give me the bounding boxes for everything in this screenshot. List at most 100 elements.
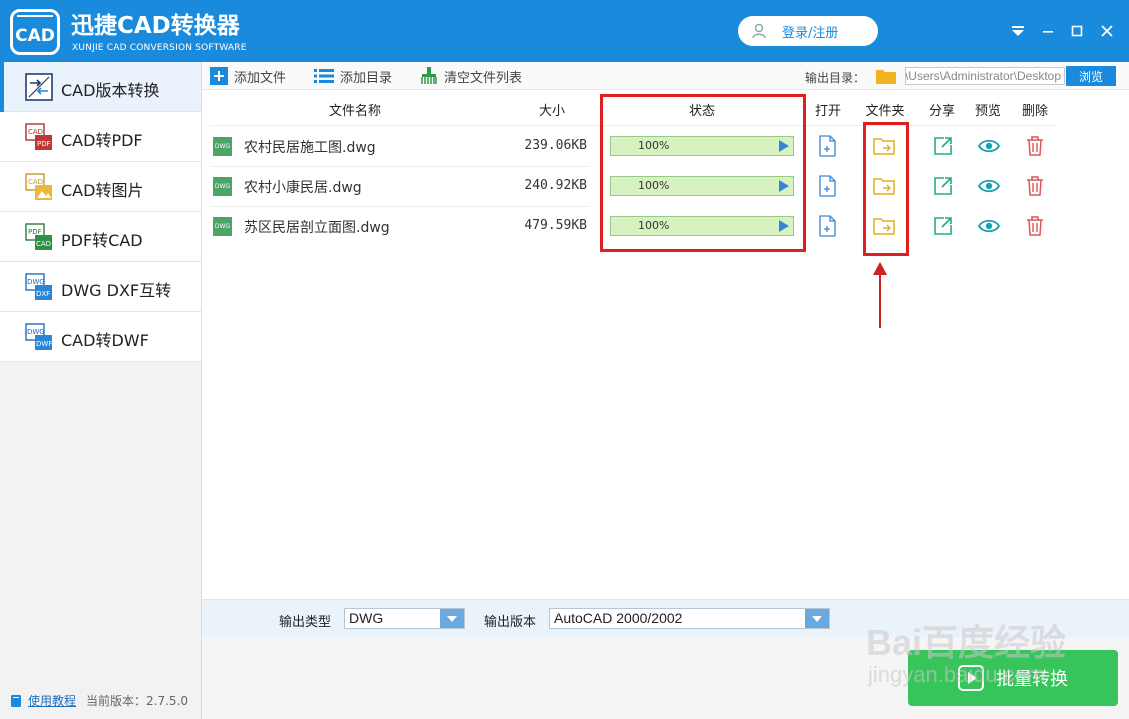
version-label: 当前版本： xyxy=(86,694,147,708)
svg-text:CAD: CAD xyxy=(36,240,51,248)
open-file-icon[interactable] xyxy=(816,215,838,237)
cad-version-icon xyxy=(25,73,53,101)
close-button[interactable] xyxy=(1096,20,1118,42)
status-highlight-box xyxy=(600,94,806,252)
toolbar: 添加文件 添加目录 清空文件列表 输出目录： C:\Users\Administ… xyxy=(202,62,1129,90)
cad-to-dwf-icon: DWG DWF xyxy=(25,323,52,350)
preview-eye-icon[interactable] xyxy=(978,215,1000,237)
dropdown-icon xyxy=(1012,26,1024,36)
app-logo: CAD xyxy=(10,9,60,55)
svg-text:PDF: PDF xyxy=(37,140,51,148)
output-path-text: C:\Users\Administrator\Desktop xyxy=(905,69,1061,83)
file-size: 239.06KB xyxy=(524,138,587,153)
batch-convert-button[interactable]: 批量转换 xyxy=(908,650,1118,706)
delete-trash-icon[interactable] xyxy=(1024,135,1046,157)
logo-text: CAD xyxy=(15,26,55,46)
add-file-label: 添加文件 xyxy=(234,70,287,86)
open-file-icon[interactable] xyxy=(816,175,838,197)
header-size: 大小 xyxy=(538,104,565,119)
svg-text:CAD: CAD xyxy=(28,128,43,136)
svg-text:PDF: PDF xyxy=(28,228,42,236)
chevron-down-icon xyxy=(440,609,464,628)
sidebar-item-label: CAD转图片 xyxy=(61,181,144,200)
clear-list-button[interactable]: 清空文件列表 xyxy=(420,67,523,86)
header-file-name: 文件名称 xyxy=(328,104,381,119)
sidebar-footer: 使用教程 当前版本： 2.7.5.0 xyxy=(10,692,188,709)
sidebar-item-pdf-to-cad[interactable]: PDF CAD PDF转CAD xyxy=(0,212,201,262)
file-size: 479.59KB xyxy=(524,218,587,233)
share-icon[interactable] xyxy=(932,215,954,237)
sidebar-item-dwg-dxf[interactable]: DWG DXF DWG DXF互转 xyxy=(0,262,201,312)
sidebar: CAD版本转换 CAD PDF CAD转PDF CAD CAD转图片 PDF CAD… xyxy=(0,62,202,719)
sidebar-item-label: DWG DXF互转 xyxy=(61,281,172,300)
browse-button[interactable]: 浏览 xyxy=(1066,66,1116,86)
dwg-file-icon: DWG xyxy=(213,217,232,236)
svg-text:CAD: CAD xyxy=(28,178,43,186)
add-folder-button[interactable]: 添加目录 xyxy=(314,67,393,86)
login-label: 登录/注册 xyxy=(782,25,839,41)
output-type-label: 输出类型 xyxy=(279,615,332,630)
preview-eye-icon[interactable] xyxy=(978,175,1000,197)
share-icon[interactable] xyxy=(932,135,954,157)
user-icon xyxy=(752,23,766,39)
output-version-select[interactable]: AutoCAD 2000/2002 xyxy=(549,608,830,629)
output-version-value: AutoCAD 2000/2002 xyxy=(554,610,683,626)
tutorial-link[interactable]: 使用教程 xyxy=(28,692,76,709)
play-icon xyxy=(958,665,984,691)
header-preview: 预览 xyxy=(974,104,1001,119)
sidebar-item-label: CAD转PDF xyxy=(61,131,143,150)
version-value: 2.7.5.0 xyxy=(146,693,189,708)
maximize-button[interactable] xyxy=(1066,20,1088,42)
sidebar-item-cad-to-pdf[interactable]: CAD PDF CAD转PDF xyxy=(0,112,201,162)
sidebar-item-label: CAD转DWF xyxy=(61,331,149,350)
header-open: 打开 xyxy=(814,104,841,119)
cad-to-pdf-icon: CAD PDF xyxy=(25,123,52,150)
sidebar-item-cad-to-dwf[interactable]: DWG DWF CAD转DWF xyxy=(0,312,201,362)
file-name: 苏区民居剖立面图.dwg xyxy=(244,220,390,236)
dwg-dxf-icon: DWG DXF xyxy=(25,273,52,300)
share-icon[interactable] xyxy=(932,175,954,197)
maximize-icon xyxy=(1071,25,1083,37)
title-bar: CAD 迅捷CAD转换器 XUNJIE CAD CONVERSION SOFTW… xyxy=(0,0,1129,62)
close-icon xyxy=(1101,25,1113,37)
sidebar-item-label: PDF转CAD xyxy=(61,231,143,250)
dwg-file-icon: DWG xyxy=(213,137,232,156)
dwg-file-icon: DWG xyxy=(213,177,232,196)
add-folder-label: 添加目录 xyxy=(340,70,393,86)
delete-trash-icon[interactable] xyxy=(1024,175,1046,197)
broom-icon xyxy=(421,67,437,84)
header-delete: 删除 xyxy=(1021,104,1048,119)
output-dir-label: 输出目录： xyxy=(805,71,866,85)
header-share: 分享 xyxy=(928,104,955,119)
preview-eye-icon[interactable] xyxy=(978,135,1000,157)
annotation-arrow-line xyxy=(879,272,881,328)
delete-trash-icon[interactable] xyxy=(1024,215,1046,237)
sidebar-item-label: CAD版本转换 xyxy=(61,81,160,100)
login-register-button[interactable]: 登录/注册 xyxy=(738,16,878,46)
header-folder: 文件夹 xyxy=(865,104,905,119)
menu-dropdown-button[interactable] xyxy=(1007,20,1029,42)
svg-text:DXF: DXF xyxy=(36,290,50,298)
folder-highlight-box xyxy=(863,122,909,256)
sidebar-item-cad-to-image[interactable]: CAD CAD转图片 xyxy=(0,162,201,212)
plus-icon xyxy=(210,67,228,85)
svg-text:DWG: DWG xyxy=(27,328,45,336)
output-path-field[interactable]: C:\Users\Administrator\Desktop xyxy=(905,67,1065,85)
app-subtitle: XUNJIE CAD CONVERSION SOFTWARE xyxy=(72,43,247,53)
folder-icon[interactable] xyxy=(876,68,896,84)
app-title: 迅捷CAD转换器 xyxy=(71,13,240,39)
output-type-value: DWG xyxy=(349,610,384,626)
open-file-icon[interactable] xyxy=(816,135,838,157)
svg-text:DWG: DWG xyxy=(27,278,45,286)
output-type-select[interactable]: DWG xyxy=(344,608,465,629)
sidebar-item-cad-version[interactable]: CAD版本转换 xyxy=(0,62,201,112)
minimize-button[interactable] xyxy=(1037,20,1059,42)
minimize-icon xyxy=(1043,31,1053,33)
output-version-label: 输出版本 xyxy=(484,615,537,630)
add-file-button[interactable]: 添加文件 xyxy=(210,67,287,86)
clear-list-label: 清空文件列表 xyxy=(444,70,523,86)
chevron-down-icon xyxy=(805,609,829,628)
file-size: 240.92KB xyxy=(524,178,587,193)
output-options-bar: 输出类型 DWG 输出版本 AutoCAD 2000/2002 xyxy=(202,599,1129,637)
pdf-to-cad-icon: PDF CAD xyxy=(25,223,52,250)
